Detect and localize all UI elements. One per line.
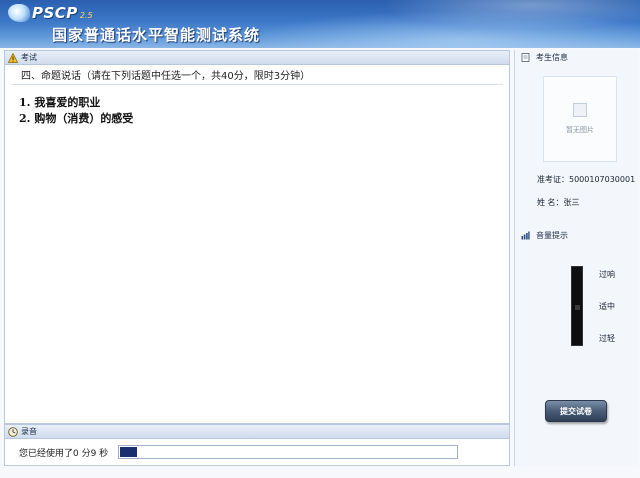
topic-item-1: 1. 我喜爱的职业 xyxy=(19,96,101,109)
logo-version: 2.5 xyxy=(79,11,93,20)
clock-icon xyxy=(8,426,18,437)
recording-panel: 录音 您已经使用了0 分9 秒 xyxy=(4,424,510,466)
volume-low-label: 过轻 xyxy=(599,334,615,343)
volume-label: 音量提示 xyxy=(536,230,568,240)
logo-text: PSCP xyxy=(32,4,78,22)
recording-progress-bar xyxy=(118,445,459,459)
exam-section-bar: 考试 xyxy=(5,51,509,65)
app-title: 国家普通话水平智能测试系统 xyxy=(52,26,261,44)
topic-list: 1. 我喜爱的职业 2. 购物（消费）的感受 xyxy=(5,95,509,127)
candidate-details: 准考证：5000107030001 姓 名：张三 xyxy=(537,174,635,220)
question-heading: 四、命题说话（请在下列话题中任选一个，共40分，限时3分钟） xyxy=(11,65,503,85)
ticket-number: 准考证：5000107030001 xyxy=(537,175,636,184)
volume-header-wrap: 音量提示 xyxy=(515,228,639,242)
elapsed-time-text: 您已经使用了0 分9 秒 xyxy=(19,448,109,459)
volume-meter-indicator xyxy=(575,305,580,310)
photo-placeholder-label: 暂无图片 xyxy=(566,126,594,134)
volume-bars-icon xyxy=(521,231,530,239)
app-window: PSCP 2.5 国家普通话水平智能测试系统 考试 四、命题说话（请在下列话题中… xyxy=(0,0,640,478)
recording-progress-fill xyxy=(120,447,138,457)
candidate-info-header: 考生信息 xyxy=(515,50,638,64)
logo-icon xyxy=(8,4,30,22)
candidate-sidebar: 考生信息 暂无图片 准考证：5000107030001 姓 名：张三 音量提示 xyxy=(514,50,638,466)
exam-section-label: 考试 xyxy=(21,53,37,62)
candidate-photo: 暂无图片 xyxy=(543,76,617,162)
volume-high-label: 过响 xyxy=(599,270,615,279)
recording-body: 您已经使用了0 分9 秒 xyxy=(5,439,509,465)
candidate-info-label: 考生信息 xyxy=(536,52,568,62)
topic-item-2: 2. 购物（消费）的感受 xyxy=(19,112,134,125)
document-icon xyxy=(521,52,530,62)
candidate-name: 姓 名：张三 xyxy=(537,198,580,207)
recording-section-bar: 录音 xyxy=(5,425,509,439)
volume-meter xyxy=(571,266,583,346)
exam-panel: 考试 四、命题说话（请在下列话题中任选一个，共40分，限时3分钟） 1. 我喜爱… xyxy=(4,50,510,424)
volume-header: 音量提示 xyxy=(515,228,639,242)
logo: PSCP 2.5 xyxy=(8,4,93,22)
volume-mid-label: 适中 xyxy=(599,302,615,311)
warning-icon xyxy=(8,52,18,63)
recording-section-label: 录音 xyxy=(21,427,37,436)
image-placeholder-icon xyxy=(573,103,587,117)
header-banner: PSCP 2.5 国家普通话水平智能测试系统 xyxy=(0,0,640,48)
submit-exam-button[interactable]: 提交试卷 xyxy=(545,400,607,422)
